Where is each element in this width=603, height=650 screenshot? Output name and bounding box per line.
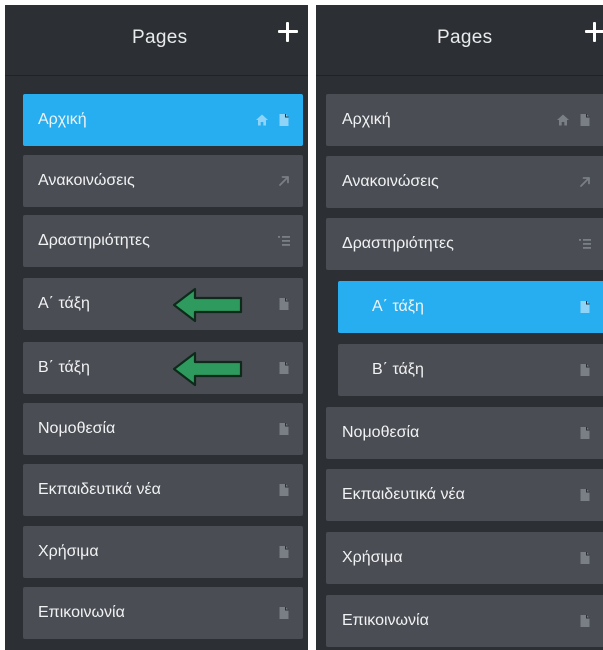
- list-item[interactable]: Επικοινωνία: [23, 587, 303, 639]
- panel-header: Pages: [5, 5, 308, 76]
- item-label: Χρήσιμα: [38, 543, 99, 560]
- pages-panel-before: Pages Αρχική Ανακοινώσεις Δραστηριότητες Α΄…: [5, 5, 308, 650]
- list-item[interactable]: Α΄ τάξη: [338, 281, 603, 333]
- list-item[interactable]: Αρχική: [23, 94, 303, 146]
- page-icon: [277, 483, 291, 497]
- item-label: Επικοινωνία: [342, 612, 429, 629]
- item-icons: [578, 300, 592, 314]
- item-label: Χρήσιμα: [342, 549, 403, 566]
- panel-title: Pages: [437, 27, 493, 48]
- item-label: Εκπαιδευτικά νέα: [342, 486, 465, 503]
- list-item[interactable]: Νομοθεσία: [23, 403, 303, 455]
- pages-panel-after: Pages Αρχική Ανακοινώσεις Δραστηριότητες Α΄…: [316, 5, 603, 650]
- page-icon: [277, 113, 291, 127]
- green-arrow-icon: [171, 285, 245, 325]
- item-icons: [578, 237, 592, 251]
- plus-icon[interactable]: [582, 19, 603, 45]
- external-link-icon: [578, 175, 592, 189]
- item-label: Νομοθεσία: [38, 420, 116, 437]
- panel-header: Pages: [316, 5, 603, 76]
- item-label: Νομοθεσία: [342, 424, 420, 441]
- page-icon: [277, 422, 291, 436]
- item-icons: [578, 363, 592, 377]
- item-label: Δραστηριότητες: [342, 235, 454, 252]
- list-item[interactable]: Ανακοινώσεις: [326, 156, 603, 208]
- page-icon: [578, 300, 592, 314]
- list-item[interactable]: Αρχική: [326, 94, 603, 146]
- list-item[interactable]: Νομοθεσία: [326, 407, 603, 459]
- item-icons: [277, 483, 291, 497]
- page-icon: [578, 614, 592, 628]
- item-icons: [277, 297, 291, 311]
- page-icon: [277, 545, 291, 559]
- item-label: Α΄ τάξη: [372, 298, 424, 315]
- item-icons: [578, 426, 592, 440]
- item-icons: [277, 545, 291, 559]
- item-label: Επικοινωνία: [38, 604, 125, 621]
- list-icon: [277, 234, 291, 248]
- list-item[interactable]: Εκπαιδευτικά νέα: [23, 464, 303, 516]
- item-icons: [578, 488, 592, 502]
- home-icon: [556, 113, 570, 127]
- item-icons: [277, 422, 291, 436]
- list-item[interactable]: Εκπαιδευτικά νέα: [326, 469, 603, 521]
- page-icon: [578, 363, 592, 377]
- item-label: Ανακοινώσεις: [342, 173, 439, 190]
- item-icons: [277, 606, 291, 620]
- list-icon: [578, 237, 592, 251]
- item-label: Β΄ τάξη: [38, 359, 90, 376]
- list-item[interactable]: Επικοινωνία: [326, 595, 603, 647]
- list-item[interactable]: Β΄ τάξη: [23, 342, 303, 394]
- list-item[interactable]: Ανακοινώσεις: [23, 155, 303, 207]
- item-icons: [578, 175, 592, 189]
- list-item[interactable]: Χρήσιμα: [23, 526, 303, 578]
- page-icon: [578, 426, 592, 440]
- item-label: Α΄ τάξη: [38, 295, 90, 312]
- item-icons: [578, 614, 592, 628]
- item-label: Αρχική: [38, 111, 87, 128]
- panel-title: Pages: [132, 27, 188, 48]
- item-label: Εκπαιδευτικά νέα: [38, 481, 161, 498]
- page-icon: [578, 488, 592, 502]
- page-icon: [277, 606, 291, 620]
- green-arrow-icon: [171, 349, 245, 389]
- list-item[interactable]: Α΄ τάξη: [23, 278, 303, 330]
- page-icon: [277, 361, 291, 375]
- item-label: Β΄ τάξη: [372, 361, 424, 378]
- page-icon: [578, 113, 592, 127]
- item-label: Αρχική: [342, 111, 391, 128]
- page-icon: [578, 551, 592, 565]
- item-icons: [578, 551, 592, 565]
- home-icon: [255, 113, 269, 127]
- list-item[interactable]: Δραστηριότητες: [326, 218, 603, 270]
- list-item[interactable]: Β΄ τάξη: [338, 344, 603, 396]
- item-icons: [277, 361, 291, 375]
- list-item[interactable]: Χρήσιμα: [326, 532, 603, 584]
- item-icons: [277, 174, 291, 188]
- page-icon: [277, 297, 291, 311]
- plus-icon[interactable]: [275, 19, 301, 45]
- list-item[interactable]: Δραστηριότητες: [23, 215, 303, 267]
- item-icons: [556, 113, 592, 127]
- external-link-icon: [277, 174, 291, 188]
- item-icons: [277, 234, 291, 248]
- item-icons: [255, 113, 291, 127]
- item-label: Δραστηριότητες: [38, 232, 150, 249]
- item-label: Ανακοινώσεις: [38, 172, 135, 189]
